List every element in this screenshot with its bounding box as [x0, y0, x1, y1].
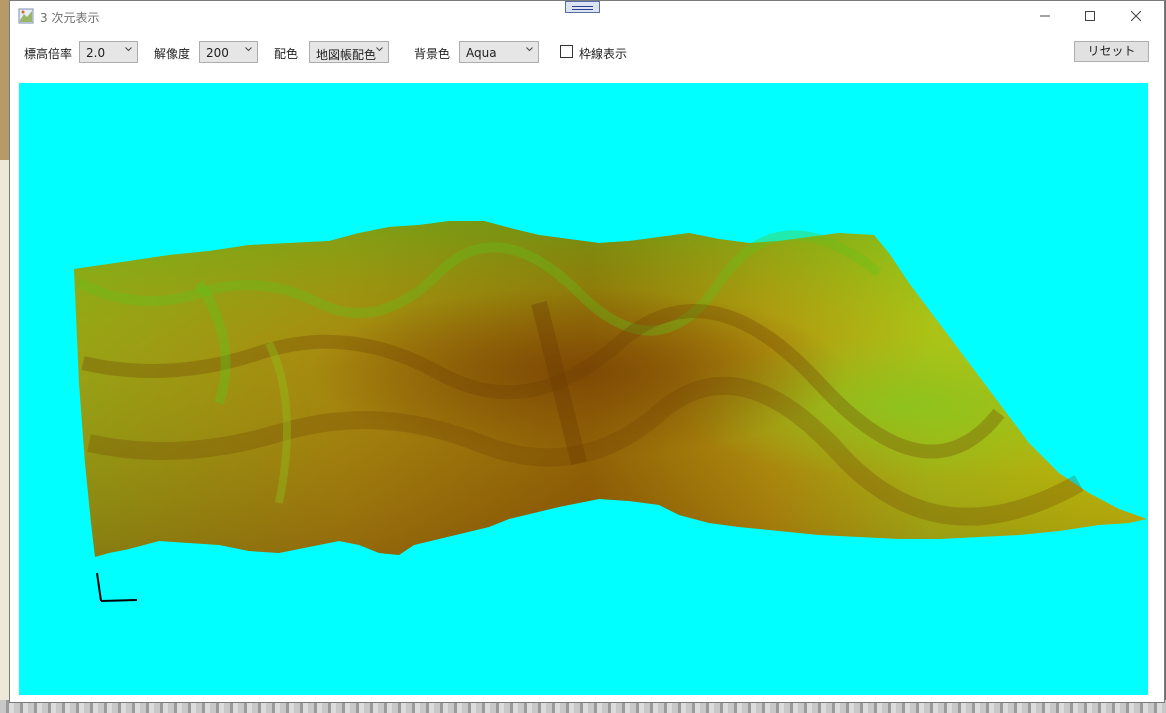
maximize-icon [1085, 11, 1095, 21]
resolution-label: 解像度 [154, 47, 191, 61]
background-color-select[interactable]: Aqua [459, 41, 539, 63]
elevation-scale-label: 標高倍率 [24, 47, 73, 61]
frame-lines-checkbox[interactable] [560, 45, 573, 58]
desktop: 3 次元表示 標高倍率 2.0 解像度 200 配色 地図帳配色 背景色 Aqu… [0, 0, 1166, 713]
elevation-scale-select[interactable]: 2.0 [79, 41, 138, 63]
chevron-down-icon [245, 47, 252, 52]
close-button[interactable] [1113, 1, 1159, 31]
3d-terrain-viewport[interactable] [19, 83, 1148, 695]
maximize-button[interactable] [1067, 1, 1113, 31]
terrain-render [19, 83, 1148, 695]
resolution-value: 200 [206, 46, 229, 60]
toolbar: 標高倍率 2.0 解像度 200 配色 地図帳配色 背景色 Aqua 枠線表示 … [10, 39, 1164, 65]
background-color-value: Aqua [466, 46, 497, 60]
minimize-icon [1040, 15, 1050, 17]
3d-view-window: 3 次元表示 標高倍率 2.0 解像度 200 配色 地図帳配色 背景色 Aqu… [9, 0, 1165, 703]
chevron-down-icon [125, 47, 132, 52]
color-scheme-value: 地図帳配色 [316, 48, 377, 62]
color-scheme-select[interactable]: 地図帳配色 [309, 41, 389, 63]
drag-grip-icon[interactable] [565, 1, 600, 13]
close-icon [1131, 11, 1141, 21]
background-color-label: 背景色 [414, 47, 451, 61]
chevron-down-icon [526, 47, 533, 52]
frame-lines-label: 枠線表示 [579, 47, 628, 61]
minimize-button[interactable] [1022, 1, 1068, 31]
app-icon [18, 8, 34, 24]
reset-button[interactable]: リセット [1074, 41, 1149, 62]
elevation-scale-value: 2.0 [86, 46, 106, 60]
color-scheme-label: 配色 [274, 47, 299, 61]
chevron-down-icon [376, 47, 383, 52]
resolution-select[interactable]: 200 [199, 41, 258, 63]
window-title: 3 次元表示 [40, 11, 100, 25]
title-bar[interactable]: 3 次元表示 [10, 1, 1164, 31]
